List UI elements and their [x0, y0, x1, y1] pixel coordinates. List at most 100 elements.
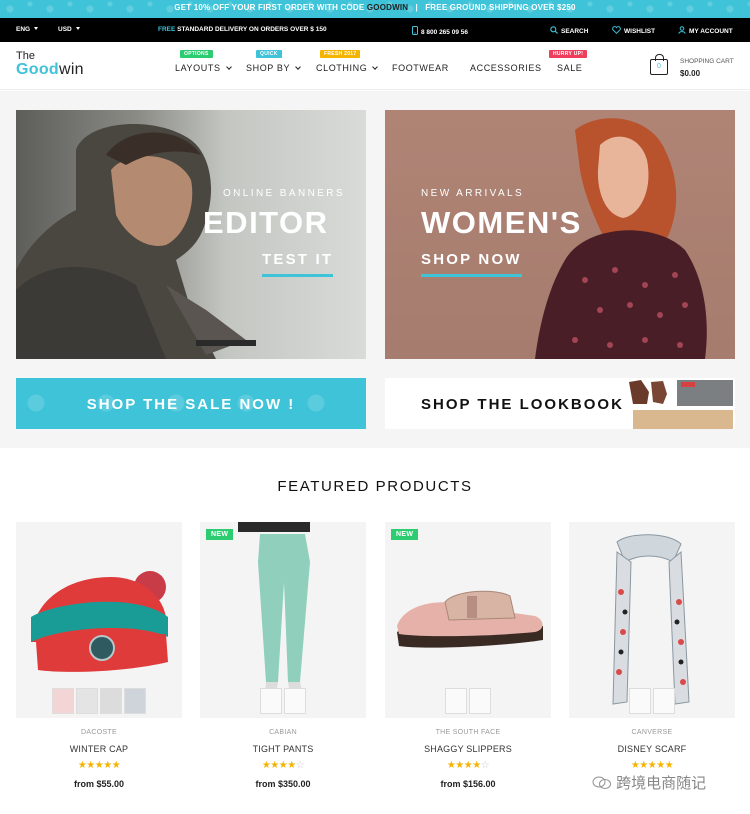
banner-editor-title: EDITOR: [203, 205, 329, 240]
shopping-cart[interactable]: 0 SHOPPING CART $0.00: [650, 54, 742, 79]
nav-item-accessories[interactable]: ACCESSORIES: [470, 63, 542, 73]
wechat-icon: [592, 776, 611, 789]
shop-sale-label: SHOP THE SALE NOW !: [86, 396, 296, 413]
thumbnail[interactable]: [629, 688, 651, 714]
banner-editor-link[interactable]: TEST IT: [262, 251, 334, 277]
nav-item-layouts[interactable]: LAYOUTS: [175, 63, 232, 73]
caret-down-icon: [75, 27, 80, 30]
heart-icon: [612, 26, 621, 34]
product-brand[interactable]: THE SOUTH FACE: [385, 729, 551, 736]
currency-selector[interactable]: USD: [58, 26, 80, 33]
lookbook-items-image: [625, 378, 735, 429]
shop-lookbook-label: SHOP THE LOOKBOOK: [421, 396, 624, 413]
cart-amount: $0.00: [680, 69, 701, 78]
product-card[interactable]: CANVERSE DISNEY SCARF ★★★★★: [569, 522, 735, 792]
star-icon: ★★★★: [446, 760, 481, 771]
banner-section: ONLINE BANNERS EDITOR TEST IT NEW ARRIVA…: [0, 91, 750, 448]
product-price: from $55.00: [73, 779, 125, 789]
nav-badge-fresh: FRESH 2017: [320, 50, 361, 58]
thumbnail[interactable]: [260, 688, 282, 714]
cart-label: SHOPPING CART: [680, 58, 734, 65]
watermark-text: 跨境电商随记: [616, 775, 707, 792]
nav-item-sale[interactable]: SALE: [557, 63, 582, 73]
top-bar: ENG USD FREE STANDARD DELIVERY ON ORDERS…: [0, 18, 750, 42]
promo-bar: GET 10% OFF YOUR FIRST ORDER WITH CODE G…: [0, 0, 750, 18]
banner-editor[interactable]: ONLINE BANNERS EDITOR TEST IT: [16, 110, 366, 359]
product-card[interactable]: DACOSTE WINTER CAP ★★★★★ from $55.00: [16, 522, 182, 792]
chevron-down-icon: [372, 64, 379, 70]
shopping-bag-icon: 0: [650, 54, 668, 75]
nav-badge-options: OPTIONS: [180, 50, 213, 58]
banner-womens-link[interactable]: SHOP NOW: [421, 251, 522, 277]
thumbnail[interactable]: [469, 688, 491, 714]
nav-item-shop-by[interactable]: SHOP BY: [246, 63, 301, 73]
star-icon: ★★★★★: [630, 760, 674, 771]
product-name[interactable]: DISNEY SCARF: [569, 744, 735, 754]
product-brand[interactable]: DACOSTE: [16, 729, 182, 736]
main-header: The Goodwin OPTIONS LAYOUTS QUICK SHOP B…: [0, 42, 750, 90]
nav-item-footwear[interactable]: FOOTWEAR: [392, 63, 449, 73]
product-card[interactable]: NEW THE SOUTH FACE SHAGGY SLIPPERS ★★★★☆…: [385, 522, 551, 792]
product-thumbnails: [569, 688, 735, 714]
language-selector[interactable]: ENG: [16, 26, 39, 33]
product-name[interactable]: WINTER CAP: [16, 744, 182, 754]
wechat-watermark: 跨境电商随记: [592, 772, 706, 793]
chevron-down-icon: [225, 64, 232, 70]
logo-name: Goodwin: [16, 61, 84, 78]
product-image[interactable]: NEW: [385, 522, 551, 718]
thumbnail[interactable]: [52, 688, 74, 714]
shop-lookbook-button[interactable]: SHOP THE LOOKBOOK: [385, 378, 735, 429]
shop-sale-button[interactable]: SHOP THE SALE NOW !: [16, 378, 366, 429]
star-empty-icon: ☆: [480, 760, 490, 771]
featured-products-title: FEATURED PRODUCTS: [277, 478, 473, 495]
product-thumbnails: [16, 688, 182, 714]
product-image[interactable]: NEW: [200, 522, 366, 718]
new-badge: NEW: [206, 529, 234, 540]
promo-code: GOODWIN: [366, 3, 409, 12]
product-brand[interactable]: CANVERSE: [569, 729, 735, 736]
cart-count: 0: [657, 63, 661, 70]
user-icon: [678, 26, 686, 34]
product-card[interactable]: NEW CABIAN TIGHT PANTS ★★★★☆ from $350.0…: [200, 522, 366, 792]
phone-icon: [412, 26, 418, 35]
new-badge: NEW: [391, 529, 419, 540]
product-name[interactable]: TIGHT PANTS: [200, 744, 366, 754]
product-rating: ★★★★★: [16, 760, 182, 771]
thumbnail[interactable]: [653, 688, 675, 714]
wishlist-link[interactable]: WISHLIST: [612, 26, 655, 35]
product-image[interactable]: [16, 522, 182, 718]
thumbnail[interactable]: [124, 688, 146, 714]
search-icon: [550, 26, 558, 34]
product-image[interactable]: [569, 522, 735, 718]
thumbnail[interactable]: [100, 688, 122, 714]
product-rating: ★★★★☆: [200, 760, 366, 771]
star-empty-icon: ☆: [295, 760, 305, 771]
product-price: from $156.00: [440, 779, 496, 789]
product-brand[interactable]: CABIAN: [200, 729, 366, 736]
nav-badge-quick: QUICK: [256, 50, 282, 58]
banner-womens[interactable]: NEW ARRIVALS WOMEN'S SHOP NOW: [385, 110, 735, 359]
banner-editor-subtitle: ONLINE BANNERS: [223, 188, 345, 199]
shipping-notice: FREE STANDARD DELIVERY ON ORDERS OVER $ …: [158, 26, 327, 33]
product-rating: ★★★★★: [569, 760, 735, 771]
product-name[interactable]: SHAGGY SLIPPERS: [385, 744, 551, 754]
nav-badge-hurry: HURRY UP!: [549, 50, 588, 58]
promo-text: GET 10% OFF YOUR FIRST ORDER WITH CODE G…: [174, 3, 576, 12]
site-logo[interactable]: The Goodwin: [16, 51, 84, 78]
thumbnail[interactable]: [76, 688, 98, 714]
star-icon: ★★★★: [261, 760, 296, 771]
banner-womens-title: WOMEN'S: [421, 205, 582, 240]
chevron-down-icon: [295, 64, 301, 70]
account-link[interactable]: MY ACCOUNT: [678, 26, 733, 35]
product-thumbnails: [385, 688, 551, 714]
phone-link[interactable]: 8 800 265 09 56: [412, 26, 468, 36]
star-icon: ★★★★★: [77, 760, 121, 771]
caret-down-icon: [34, 27, 39, 30]
product-price: from $350.00: [255, 779, 311, 789]
thumbnail[interactable]: [445, 688, 467, 714]
search-link[interactable]: SEARCH: [550, 26, 588, 35]
nav-item-clothing[interactable]: CLOTHING: [316, 63, 379, 73]
thumbnail[interactable]: [284, 688, 306, 714]
product-thumbnails: [200, 688, 366, 714]
product-rating: ★★★★☆: [385, 760, 551, 771]
